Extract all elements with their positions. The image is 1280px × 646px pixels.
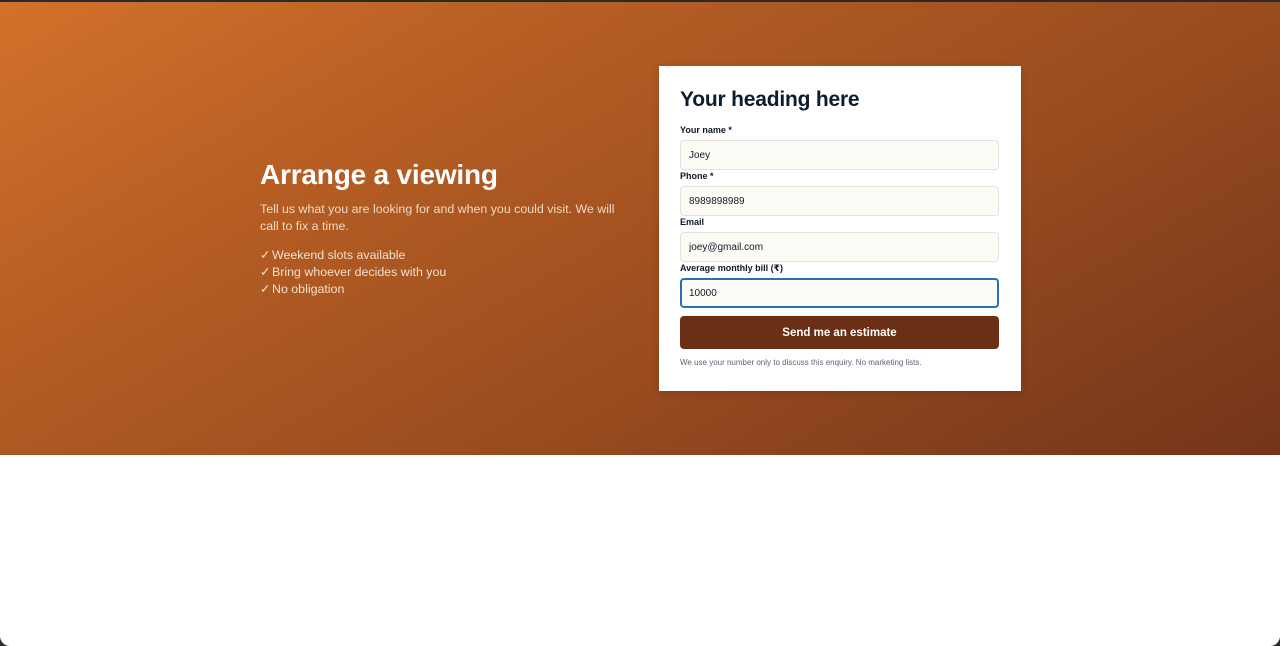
name-input[interactable]: [680, 140, 999, 170]
send-estimate-button[interactable]: Send me an estimate: [680, 316, 999, 349]
phone-label: Phone *: [680, 171, 714, 181]
check-icon: ✓: [260, 248, 271, 262]
check-icon: ✓: [260, 265, 271, 279]
check-icon: ✓: [260, 282, 271, 296]
email-input[interactable]: [680, 232, 999, 262]
feature-text: Bring whoever decides with you: [272, 265, 447, 279]
monthly-bill-input[interactable]: [680, 278, 999, 308]
feature-text: Weekend slots available: [272, 248, 406, 262]
hero-description: Tell us what you are looking for and whe…: [260, 202, 615, 233]
feature-text: No obligation: [272, 282, 345, 296]
name-label: Your name *: [680, 125, 732, 135]
feature-list: ✓ Weekend slots available ✓ Bring whoeve…: [260, 247, 630, 298]
hero-title: Arrange a viewing: [260, 159, 498, 190]
monthly-bill-label: Average monthly bill (₹): [680, 263, 783, 273]
hero-content: Arrange a viewing Tell us what you are l…: [260, 158, 630, 298]
hero-section: Arrange a viewing Tell us what you are l…: [0, 2, 1280, 455]
feature-item: ✓ Weekend slots available: [260, 247, 630, 264]
estimate-form: Your heading here Your name * Phone * Em…: [659, 66, 1021, 391]
form-title: Your heading here: [680, 88, 860, 111]
feature-item: ✓ No obligation: [260, 281, 630, 298]
privacy-note: We use your number only to discuss this …: [680, 358, 922, 367]
phone-input[interactable]: [680, 186, 999, 216]
email-label: Email: [680, 217, 705, 227]
page-frame: Arrange a viewing Tell us what you are l…: [0, 2, 1280, 646]
feature-item: ✓ Bring whoever decides with you: [260, 264, 630, 281]
